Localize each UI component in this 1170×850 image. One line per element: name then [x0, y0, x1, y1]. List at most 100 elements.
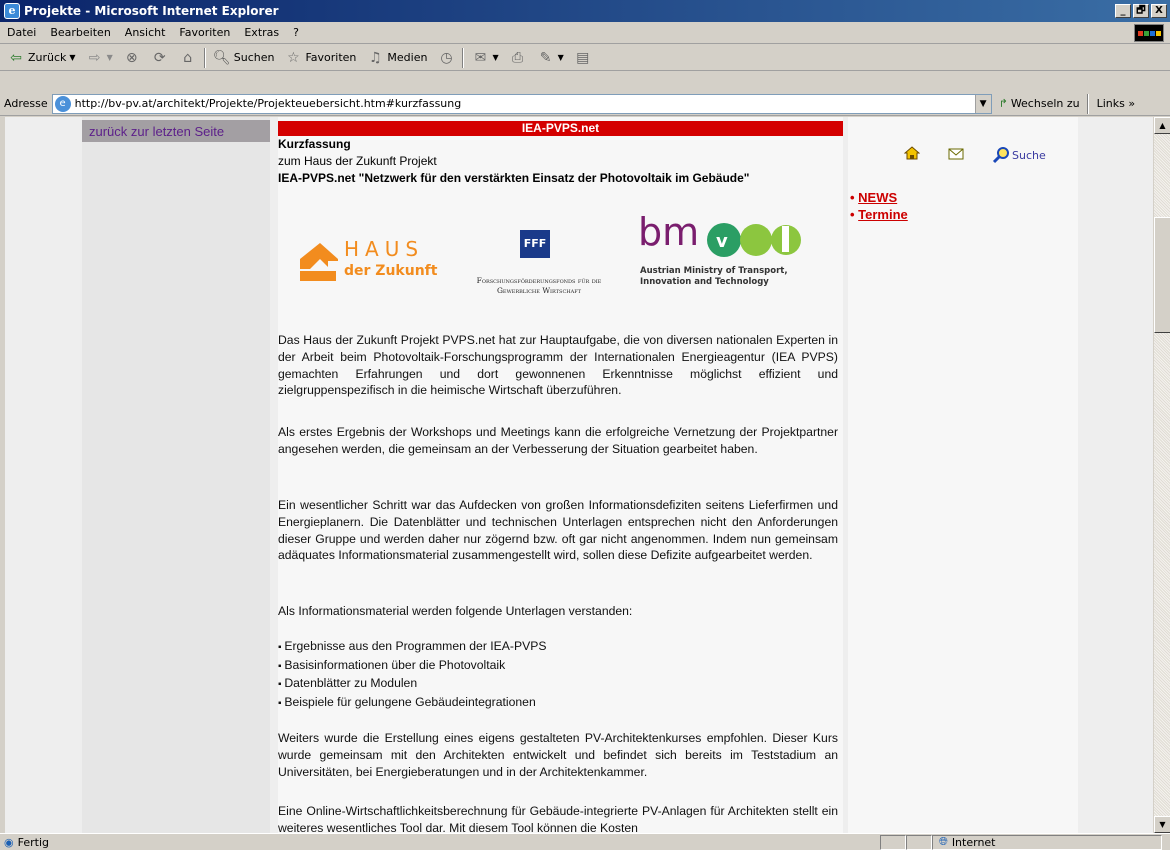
paragraph: Als erstes Ergebnis der Workshops und Me… [278, 425, 838, 456]
print-icon: ⎙ [511, 49, 524, 66]
forward-arrow-icon: ⇨ [88, 49, 101, 66]
toolbar-separator [1086, 93, 1089, 114]
status-text: Fertig [17, 835, 49, 849]
favorites-button[interactable]: ☆ Favoriten [281, 49, 359, 67]
globe-icon: 🌐︎ [939, 835, 948, 848]
minimize-button[interactable]: _ [1115, 4, 1131, 18]
paragraph: Weiters wurde die Erstellung eines eigen… [278, 731, 838, 779]
refresh-button[interactable]: ⟳ [148, 49, 172, 67]
bullet-list: Ergebnisse aus den Programmen der IEA-PV… [278, 638, 838, 712]
page-banner: IEA-PVPS.net [278, 121, 843, 136]
back-to-last-page-link[interactable]: zurück zur letzten Seite [82, 120, 270, 142]
search-label: Suchen [233, 51, 275, 64]
termine-link-label: Termine [858, 207, 908, 222]
search-link[interactable]: Suche [992, 146, 1046, 164]
bmvit-line1: Austrian Ministry of Transport, [640, 266, 788, 276]
back-label: Zurück [28, 51, 67, 64]
paragraph: Das Haus der Zukunft Projekt PVPS.net ha… [278, 333, 838, 398]
haus-logo-line1: HAUS [344, 237, 425, 261]
go-button[interactable]: ↱ Wechseln zu [996, 97, 1083, 110]
go-arrow-icon: ↱ [998, 97, 1008, 110]
address-url[interactable]: http://bv-pv.at/architekt/Projekte/Proje… [75, 97, 975, 110]
close-button[interactable]: X [1151, 4, 1167, 18]
fff-line1: Forschungsförderungsfonds für die [476, 276, 602, 285]
edit-icon: ✎ [539, 49, 552, 66]
forward-button[interactable]: ⇨ ▼ [83, 49, 116, 67]
zone-label: Internet [951, 835, 996, 849]
news-link[interactable]: • NEWS [850, 190, 897, 205]
go-label: Wechseln zu [1010, 97, 1080, 110]
mail-icon[interactable] [948, 148, 964, 163]
discuss-icon: ▤ [576, 49, 590, 66]
scroll-thumb[interactable] [1154, 217, 1170, 333]
list-item: Beispiele für gelungene Gebäudeintegrati… [278, 694, 838, 713]
history-icon: ◷ [440, 49, 453, 66]
project-title: IEA-PVPS.net "Netzwerk für den verstärkt… [278, 171, 750, 185]
search-button[interactable]: 🔍︎ Suchen [210, 49, 278, 67]
edit-button[interactable]: ✎ ▼ [534, 49, 567, 67]
scroll-up-icon[interactable]: ▲ [1154, 117, 1170, 134]
back-dropdown-icon: ▼ [69, 53, 76, 62]
mail-dropdown-icon: ▼ [492, 53, 499, 62]
address-dropdown-icon[interactable]: ▼ [974, 94, 991, 113]
stop-button[interactable]: ⊗ [120, 49, 144, 67]
favorites-icon: ☆ [287, 49, 300, 66]
print-button[interactable]: ⎙ [506, 49, 530, 67]
left-column [82, 117, 270, 833]
page-subtitle: zum Haus der Zukunft Projekt [278, 154, 437, 168]
bullet-dot-icon: • [850, 190, 859, 205]
media-icon: ♫ [369, 49, 382, 66]
status-bar: ◉ Fertig 🌐︎ Internet [0, 833, 1170, 850]
windows-logo-icon [1134, 24, 1164, 42]
paragraph: Eine Online-Wirtschaftlichkeitsberechnun… [278, 804, 838, 833]
paragraph: Ein wesentlicher Schritt war das Aufdeck… [278, 498, 838, 563]
address-label: Adresse [4, 97, 48, 110]
menu-help[interactable]: ? [286, 26, 306, 39]
svg-text:v: v [716, 231, 728, 252]
media-button[interactable]: ♫ Medien [363, 49, 430, 67]
bmvit-logo: bm v Austrian Ministry of Transport, Inn… [636, 210, 818, 296]
vertical-scrollbar[interactable]: ▲ ▼ [1153, 117, 1170, 833]
edit-dropdown-icon: ▼ [557, 53, 564, 62]
magnifier-icon [992, 147, 1009, 164]
ie-app-icon: e [4, 3, 20, 19]
status-panel [880, 834, 906, 850]
menu-ansicht[interactable]: Ansicht [118, 26, 173, 39]
mail-button[interactable]: ✉ ▼ [468, 49, 501, 67]
address-field[interactable]: e http://bv-pv.at/architekt/Projekte/Pro… [51, 93, 992, 114]
search-icon: 🔍︎ [212, 49, 231, 66]
bullet-dot-icon: • [850, 207, 859, 222]
menu-datei[interactable]: Datei [0, 26, 43, 39]
menu-bearbeiten[interactable]: Bearbeiten [43, 26, 117, 39]
fff-logo: FFF Forschungsförderungsfonds für die Ge… [446, 224, 632, 295]
window-title-bar: e Projekte - Microsoft Internet Explorer… [0, 0, 1170, 22]
media-label: Medien [387, 51, 428, 64]
favorites-label: Favoriten [305, 51, 357, 64]
menu-extras[interactable]: Extras [237, 26, 286, 39]
fff-mark: FFF [520, 230, 550, 258]
scroll-down-icon[interactable]: ▼ [1154, 816, 1170, 833]
window-title: Projekte - Microsoft Internet Explorer [24, 4, 279, 18]
maximize-button[interactable]: 🗗 [1133, 4, 1149, 18]
menu-favoriten[interactable]: Favoriten [172, 26, 237, 39]
bmvit-line2: Innovation and Technology [640, 277, 769, 287]
page-title: Kurzfassung [278, 137, 351, 151]
home-button[interactable]: ⌂ [176, 49, 200, 67]
status-page-icon: ◉ [4, 835, 14, 849]
address-bar: Adresse e http://bv-pv.at/architekt/Proj… [0, 92, 1170, 116]
back-button[interactable]: ⇦ Zurück ▼ [4, 49, 79, 67]
home-icon: ⌂ [183, 49, 193, 66]
discuss-button[interactable]: ▤ [571, 49, 595, 67]
home-icon[interactable] [903, 146, 921, 163]
list-item: Ergebnisse aus den Programmen der IEA-PV… [278, 638, 838, 657]
status-text-area: ◉ Fertig [0, 836, 880, 849]
menu-bar: Datei Bearbeiten Ansicht Favoriten Extra… [0, 22, 1170, 44]
forward-dropdown-icon: ▼ [106, 53, 113, 62]
termine-link[interactable]: • Termine [850, 207, 908, 222]
page-icon: e [54, 95, 71, 112]
links-button[interactable]: Links » [1093, 97, 1135, 110]
toolbar-separator [203, 47, 206, 68]
history-button[interactable]: ◷ [434, 49, 458, 67]
back-arrow-icon: ⇦ [10, 49, 22, 66]
paragraph: Als Informationsmaterial werden folgende… [278, 604, 633, 618]
